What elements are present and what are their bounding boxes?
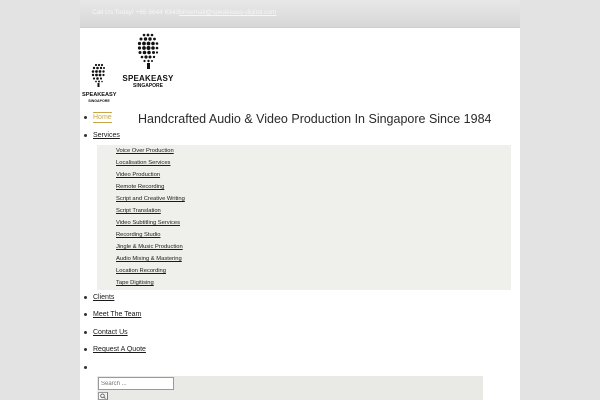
bullet-icon (84, 312, 87, 316)
nav-item-clients: Clients (84, 294, 114, 301)
services-submenu: Voice Over Production Localisation Servi… (97, 145, 511, 290)
submenu-item[interactable]: Audio Mixing & Mastering (116, 256, 182, 262)
bullet-icon (84, 133, 87, 137)
nav-item-quote: Request A Quote (84, 346, 146, 353)
microphone-logo-icon (91, 63, 105, 87)
search-input[interactable] (98, 377, 174, 390)
bullet-icon (84, 115, 87, 119)
page-content: SPEAKEASY SINGAPORE SPEAKEASY SINGAPORE … (80, 28, 520, 400)
nav-item-home: Home (84, 112, 112, 123)
bullet-icon (84, 295, 87, 299)
call-us-text: Call Us Today! +65 6644 6343 (92, 9, 180, 16)
submenu-item[interactable]: Remote Recording (116, 184, 164, 190)
logo-small-line1: SPEAKEASY (82, 92, 117, 98)
nav-link-services[interactable]: Services (93, 132, 120, 139)
email-link[interactable]: biroemail@speakeasy-digital.com (179, 9, 276, 16)
nav-item-contact: Contact Us (84, 329, 128, 336)
nav-link-team[interactable]: Meet The Team (93, 311, 141, 318)
nav-item-services: Services (84, 132, 120, 139)
submenu-item[interactable]: Location Recording (116, 268, 166, 274)
logo-large[interactable]: SPEAKEASY SINGAPORE (120, 32, 176, 89)
top-bar: Call Us Today! +65 6644 6343biroemail@sp… (80, 0, 520, 28)
submenu-item[interactable]: Script Translation (116, 208, 161, 214)
nav-link-quote[interactable]: Request A Quote (93, 346, 146, 353)
site-tagline: Handcrafted Audio & Video Production In … (138, 112, 492, 126)
submenu-item[interactable]: Script and Creative Writing (116, 196, 185, 202)
submenu-item[interactable]: Jingle & Music Production (116, 244, 183, 250)
bullet-icon (84, 347, 87, 351)
contact-info: Call Us Today! +65 6644 6343biroemail@sp… (92, 9, 276, 16)
logo-small[interactable]: SPEAKEASY SINGAPORE (82, 62, 117, 103)
submenu-item[interactable]: Localisation Services (116, 160, 170, 166)
submenu-item[interactable]: Recording Studio (116, 232, 160, 238)
search-button[interactable] (98, 392, 108, 400)
submenu-item[interactable]: Video Subtitling Services (116, 220, 180, 226)
search-icon (100, 393, 106, 399)
submenu-item[interactable]: Voice Over Production (116, 148, 174, 154)
bullet-icon (84, 330, 87, 334)
submenu-item[interactable]: Video Production (116, 172, 160, 178)
microphone-logo-large-icon (137, 33, 159, 69)
logo-small-line2: SINGAPORE (88, 98, 110, 103)
nav-link-clients[interactable]: Clients (93, 294, 114, 301)
logo-large-line1: SPEAKEASY (122, 74, 174, 83)
logo-large-line2: SINGAPORE (132, 83, 163, 89)
search-dropdown (97, 376, 483, 400)
nav-link-home[interactable]: Home (93, 112, 112, 123)
submenu-item[interactable]: Tape Digitising (116, 280, 154, 286)
nav-link-contact[interactable]: Contact Us (93, 329, 128, 336)
bullet-icon (84, 365, 87, 369)
nav-item-team: Meet The Team (84, 311, 141, 318)
nav-item-search (84, 364, 93, 371)
